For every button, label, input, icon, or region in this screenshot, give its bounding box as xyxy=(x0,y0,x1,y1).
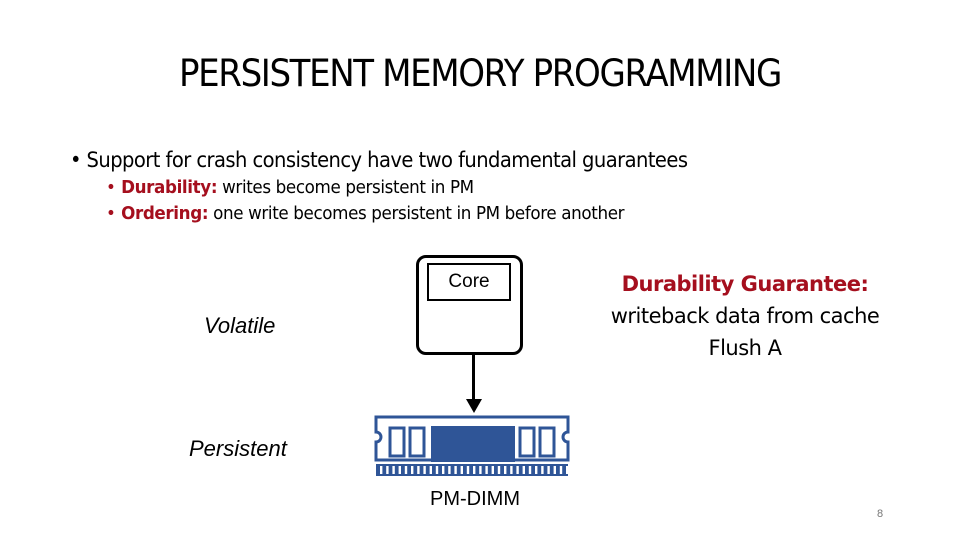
dimm-pin xyxy=(566,466,569,474)
bullet-dot: • xyxy=(106,203,116,224)
dimm-pin xyxy=(417,466,420,474)
dimm-pin xyxy=(535,466,538,474)
flush-arrow-shaft xyxy=(472,355,475,400)
guarantee-line-2: Flush A xyxy=(708,336,782,360)
dimm-pin xyxy=(491,466,494,474)
dimm-pin xyxy=(398,466,401,474)
dimm-pin xyxy=(466,466,470,474)
pm-dimm-icon xyxy=(374,415,570,476)
dimm-pin xyxy=(435,466,439,474)
dimm-label: PM-DIMM xyxy=(430,488,520,510)
bullet-durability: • Durability: writes become persistent in… xyxy=(106,177,690,198)
flush-arrow-head xyxy=(466,399,482,413)
bullet-list: • Support for crash consistency have two … xyxy=(70,148,734,224)
bullet-main-text: Support for crash consistency have two f… xyxy=(86,148,688,172)
bullet-text-durability: writes become persistent in PM xyxy=(217,177,474,198)
core-label: Core xyxy=(448,271,490,292)
bullet-term-ordering: Ordering: xyxy=(121,203,209,224)
bullet-dot: • xyxy=(106,177,116,198)
dimm-pin xyxy=(516,466,519,474)
dimm-pin xyxy=(504,466,507,474)
dimm-pin xyxy=(429,466,432,474)
dimm-pin xyxy=(497,466,501,474)
dimm-pin xyxy=(479,466,482,474)
dimm-pin xyxy=(473,466,476,474)
dimm-pin xyxy=(380,466,383,474)
dimm-pin xyxy=(404,466,408,474)
slide-number: 8 xyxy=(877,508,884,520)
bullet-term-durability: Durability: xyxy=(121,177,218,198)
bullet-ordering: • Ordering: one write becomes persistent … xyxy=(106,203,690,224)
dimm-pin xyxy=(559,466,563,474)
dimm-pin xyxy=(541,466,544,474)
guarantee-box: Durability Guarantee: writeback data fro… xyxy=(580,268,910,364)
dimm-pin xyxy=(454,466,457,474)
core-box: Core xyxy=(427,263,511,301)
persistent-label: Persistent xyxy=(189,436,287,461)
dimm-pin xyxy=(392,466,395,474)
guarantee-heading: Durability Guarantee: xyxy=(621,272,869,296)
dimm-pin xyxy=(485,466,488,474)
dimm-pin xyxy=(528,466,532,474)
volatile-label: Volatile xyxy=(204,313,276,338)
dimm-pin xyxy=(442,466,445,474)
slide-title: PERSISTENT MEMORY PROGRAMMING xyxy=(179,52,782,95)
bullet-main: • Support for crash consistency have two … xyxy=(70,148,688,172)
dimm-pin xyxy=(423,466,426,474)
dimm-pin xyxy=(411,466,414,474)
bullet-dot: • xyxy=(70,148,82,172)
guarantee-line-1: writeback data from cache xyxy=(610,304,880,328)
dimm-pin xyxy=(522,466,525,474)
dimm-pin xyxy=(547,466,550,474)
dimm-pin xyxy=(386,466,389,474)
dimm-pin xyxy=(510,466,513,474)
bullet-text-ordering: one write becomes persistent in PM befor… xyxy=(208,203,625,224)
dimm-pin xyxy=(448,466,451,474)
dimm-pin xyxy=(460,466,463,474)
dimm-pin xyxy=(553,466,556,474)
